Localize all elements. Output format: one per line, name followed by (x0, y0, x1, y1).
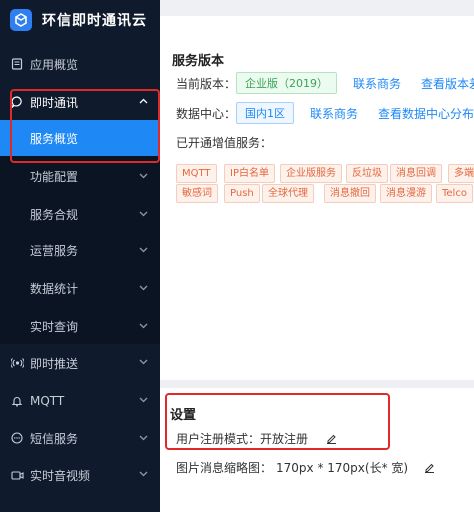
chevron-down-icon (139, 469, 148, 478)
version-label: 当前版本： (176, 76, 237, 91)
sidebar-item-realtime-query[interactable]: 实时查询 (0, 308, 160, 344)
chevron-down-icon (139, 321, 148, 330)
sidebar-item-label: 数据统计 (30, 281, 79, 296)
chevron-down-icon (139, 433, 148, 442)
datacenter-badge: 国内1区 (236, 102, 295, 124)
sidebar-item-label: MQTT (30, 394, 65, 408)
sidebar-item-app-overview[interactable]: 应用概览 (0, 46, 160, 82)
highlight-box-settings (165, 393, 390, 450)
chevron-down-icon (139, 171, 148, 180)
sidebar-item-label: 应用概览 (30, 57, 79, 72)
doc-icon (10, 57, 24, 71)
datacenter-row: 数据中心： 国内1区 联系商务 查看数据中心分布 (176, 102, 474, 124)
enabled-services-row: 已开通增值服务： (176, 134, 272, 151)
chevron-down-icon (139, 357, 148, 366)
service-tag: MQTT (176, 164, 217, 183)
service-tag: 多端 (448, 164, 474, 183)
datacenter-label: 数据中心： (176, 106, 237, 121)
service-tag: IP白名单 (224, 164, 275, 183)
sidebar-item-label: 功能配置 (30, 169, 79, 184)
service-tag: 消息回调 (390, 164, 442, 183)
main-top-strip (160, 0, 474, 16)
sidebar-item-label: 实时音视频 (30, 468, 91, 483)
section-title-service: 服务版本 (172, 54, 225, 69)
broadcast-icon (10, 356, 24, 370)
thumbnail-row: 图片消息缩略图： 170px * 170px(长* 宽) (176, 459, 435, 476)
sidebar-item-label: 实时查询 (30, 319, 79, 334)
sidebar: 环信即时通讯云 应用概览 即时通讯 服务概览 功能配置 服务合规 运营服务 数据… (0, 0, 160, 512)
service-tag: 敏感词 (176, 184, 218, 203)
service-version-card: 服务版本 当前版本： 企业版（2019） 联系商务 查看版本差异 数据中心： 国… (160, 16, 474, 380)
chevron-down-icon (139, 209, 148, 218)
service-tag: Push (224, 184, 260, 203)
bell-icon (10, 394, 24, 408)
brand: 环信即时通讯云 (0, 0, 160, 40)
sidebar-item-push[interactable]: 即时推送 (0, 344, 160, 382)
service-tag: 全球代理 (262, 184, 314, 203)
message-icon (10, 431, 24, 445)
sidebar-item-label: 即时推送 (30, 356, 79, 371)
app-logo-icon (10, 9, 32, 31)
sidebar-item-mqtt[interactable]: MQTT (0, 382, 160, 420)
thumbnail-value: 170px * 170px(长* 宽) (276, 461, 409, 475)
chevron-down-icon (139, 283, 148, 292)
sidebar-item-sms[interactable]: 短信服务 (0, 420, 160, 456)
sidebar-item-compliance[interactable]: 服务合规 (0, 196, 160, 232)
app-title: 环信即时通讯云 (42, 13, 147, 29)
service-tag: 消息撤回 (324, 184, 376, 203)
video-icon (10, 468, 24, 482)
chevron-down-icon (139, 245, 148, 254)
service-tag: 企业版服务 (280, 164, 342, 183)
thumbnail-label: 图片消息缩略图： (176, 461, 273, 475)
sidebar-item-label: 服务合规 (30, 207, 79, 222)
chevron-down-icon (139, 395, 148, 404)
service-tag: Telco (436, 184, 473, 203)
view-version-diff-link[interactable]: 查看版本差异 (421, 75, 474, 92)
service-tag: 消息漫游 (380, 184, 432, 203)
version-badge: 企业版（2019） (236, 72, 338, 94)
sidebar-item-label: 运营服务 (30, 243, 79, 258)
sidebar-item-rtc[interactable]: 实时音视频 (0, 456, 160, 494)
view-datacenter-link[interactable]: 查看数据中心分布 (378, 105, 474, 122)
service-tag: 反垃圾 (346, 164, 388, 183)
sidebar-item-operations[interactable]: 运营服务 (0, 232, 160, 268)
contact-sales-link[interactable]: 联系商务 (353, 75, 401, 92)
sidebar-item-label: 短信服务 (30, 431, 79, 446)
highlight-box-sidebar (10, 89, 160, 163)
version-row: 当前版本： 企业版（2019） 联系商务 查看版本差异 (176, 72, 474, 94)
edit-icon[interactable] (424, 462, 435, 473)
enabled-services-label: 已开通增值服务： (176, 136, 273, 150)
contact-sales-link-2[interactable]: 联系商务 (310, 105, 358, 122)
sidebar-item-statistics[interactable]: 数据统计 (0, 268, 160, 308)
